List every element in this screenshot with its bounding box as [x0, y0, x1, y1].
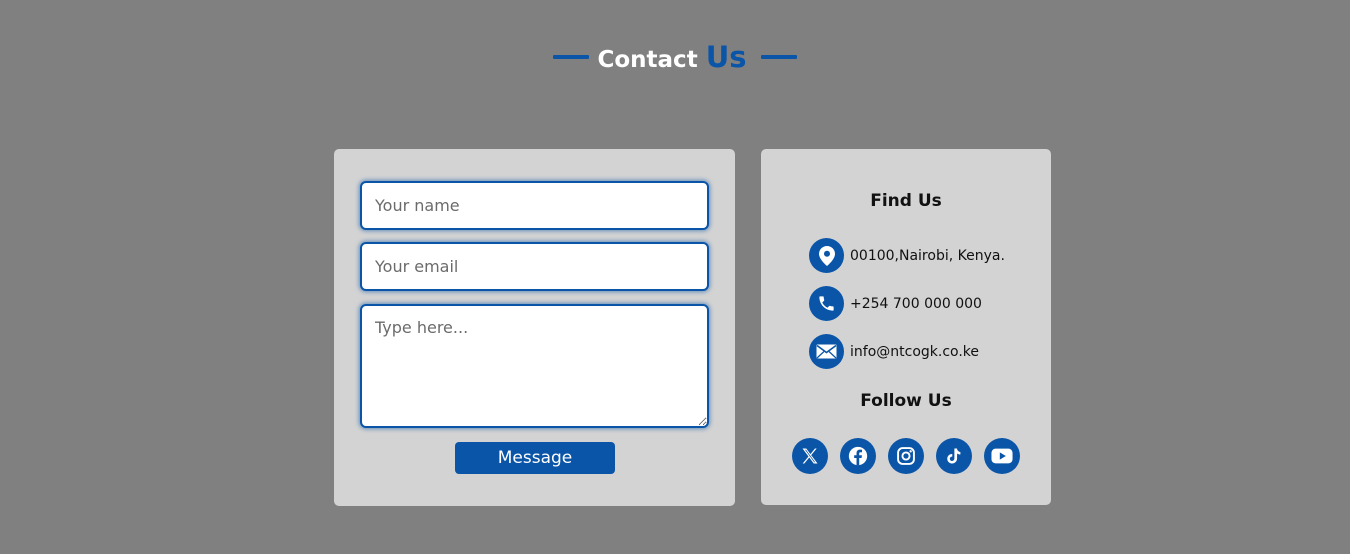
- email-text: info@ntcogk.co.ke: [850, 343, 980, 360]
- email-row: info@ntcogk.co.ke: [809, 334, 979, 369]
- email-input[interactable]: [360, 242, 709, 291]
- instagram-icon[interactable]: [888, 438, 924, 474]
- tiktok-icon[interactable]: [936, 438, 972, 474]
- social-links: [792, 438, 1020, 474]
- page-title-contact: Contact: [597, 47, 698, 73]
- message-textarea[interactable]: [360, 304, 709, 428]
- address-row: 00100,Nairobi, Kenya.: [809, 238, 1005, 273]
- contact-info-card: Find Us 00100,Nairobi, Kenya. +254 700 0…: [761, 149, 1051, 505]
- address-text: 00100,Nairobi, Kenya.: [850, 247, 1005, 264]
- location-pin-icon: [809, 238, 844, 273]
- x-icon[interactable]: [792, 438, 828, 474]
- follow-us-title: Follow Us: [860, 391, 952, 411]
- contact-form-card: Message: [334, 149, 735, 506]
- heading-right-rule: [760, 55, 797, 59]
- envelope-icon: [809, 334, 844, 369]
- phone-row: +254 700 000 000: [809, 286, 982, 321]
- phone-icon: [809, 286, 844, 321]
- youtube-icon[interactable]: [984, 438, 1020, 474]
- section-heading: Contact Us: [0, 40, 1350, 74]
- find-us-title: Find Us: [870, 191, 942, 211]
- facebook-icon[interactable]: [840, 438, 876, 474]
- name-input[interactable]: [360, 181, 709, 230]
- page-title-us: Us: [705, 40, 747, 74]
- heading-left-rule: [553, 55, 590, 59]
- phone-text: +254 700 000 000: [850, 295, 982, 312]
- page-title: Contact Us: [597, 40, 746, 74]
- message-submit-button[interactable]: Message: [455, 442, 615, 474]
